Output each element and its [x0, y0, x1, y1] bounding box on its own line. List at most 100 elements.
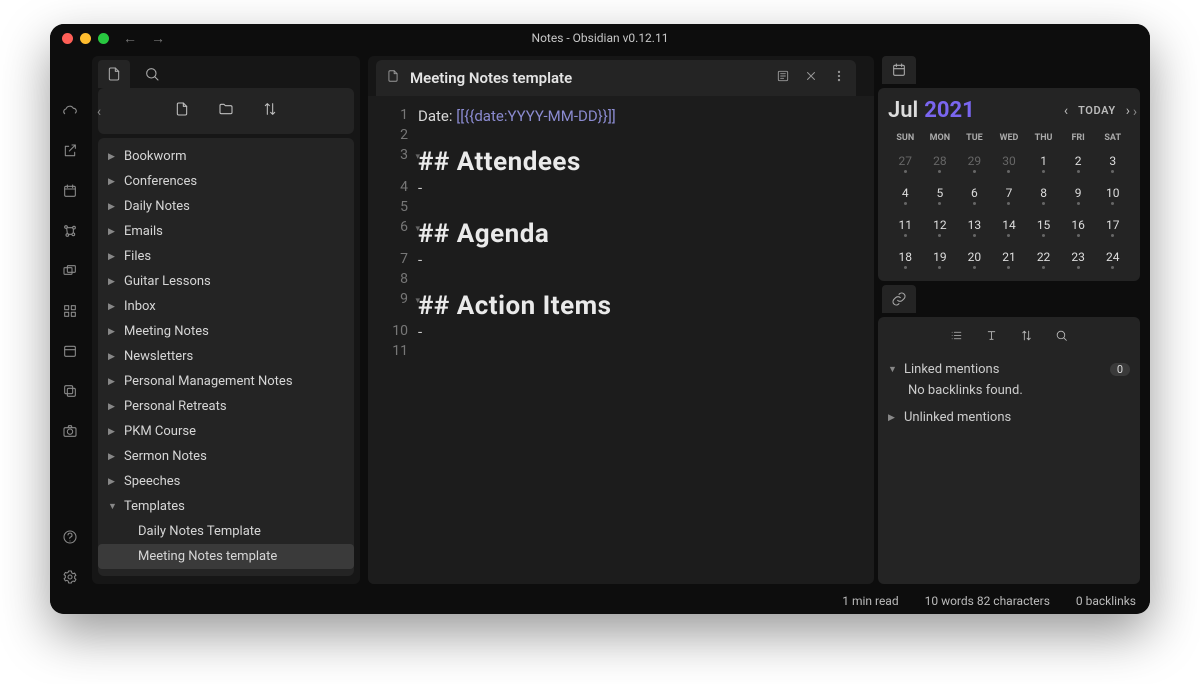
calendar-day[interactable]: 22 [1026, 243, 1061, 275]
calendar-day[interactable]: 7 [992, 179, 1027, 211]
line-content[interactable]: - [418, 323, 422, 341]
more-icon[interactable] [832, 69, 846, 87]
calendar-day[interactable]: 27 [888, 147, 923, 179]
folder-item[interactable]: ▶Newsletters [98, 344, 354, 369]
new-folder-icon[interactable] [218, 101, 234, 121]
minimize-window-button[interactable] [80, 33, 91, 44]
fold-icon[interactable]: ▾ [415, 224, 420, 234]
calendar-prev-icon[interactable]: ‹ [1064, 103, 1068, 119]
line-content[interactable] [418, 127, 422, 145]
calendar-day[interactable]: 15 [1026, 211, 1061, 243]
calendar-day[interactable]: 9 [1061, 179, 1096, 211]
folder-item[interactable]: ▶Inbox [98, 294, 354, 319]
calendar-day[interactable]: 10 [1095, 179, 1130, 211]
cards-icon[interactable] [59, 260, 81, 282]
calendar-day[interactable]: 29 [957, 147, 992, 179]
folder-item[interactable]: ▶Emails [98, 219, 354, 244]
bl-text-icon[interactable] [985, 329, 998, 346]
calendar-day[interactable]: 5 [923, 179, 958, 211]
files-tab[interactable] [98, 60, 130, 88]
collapse-left-icon[interactable]: ‹ [90, 104, 108, 120]
preview-icon[interactable] [776, 69, 790, 87]
calendar-day[interactable]: 17 [1095, 211, 1130, 243]
calendar-day[interactable]: 13 [957, 211, 992, 243]
folder-item[interactable]: ▶Personal Retreats [98, 394, 354, 419]
nav-forward-button[interactable]: → [151, 30, 165, 47]
folder-item[interactable]: ▶Meeting Notes [98, 319, 354, 344]
line-content[interactable]: Date: [[{{date:YYYY-MM-DD}}]] [418, 107, 616, 125]
calendar-day[interactable]: 30 [992, 147, 1027, 179]
calendar-day[interactable]: 20 [957, 243, 992, 275]
line-content[interactable]: ## Action Items [418, 291, 612, 321]
window-title: Notes - Obsidian v0.12.11 [50, 31, 1150, 45]
folder-item[interactable]: ▶Conferences [98, 169, 354, 194]
settings-icon[interactable] [59, 566, 81, 588]
copy-icon[interactable] [59, 380, 81, 402]
open-vault-icon[interactable] [59, 140, 81, 162]
unlinked-mentions-toggle[interactable]: ▶ Unlinked mentions [888, 410, 1130, 425]
calendar-icon[interactable] [59, 340, 81, 362]
calendar-day[interactable]: 14 [992, 211, 1027, 243]
bl-search-icon[interactable] [1055, 329, 1068, 346]
file-item[interactable]: Meeting Notes template [98, 544, 354, 569]
calendar-day[interactable]: 1 [1026, 147, 1061, 179]
collapse-right-icon[interactable]: › [1126, 104, 1144, 120]
daily-note-icon[interactable] [59, 180, 81, 202]
help-icon[interactable] [59, 526, 81, 548]
calendar-day[interactable]: 28 [923, 147, 958, 179]
fold-icon[interactable]: ▾ [415, 152, 420, 162]
line-content[interactable]: ## Agenda [418, 219, 549, 249]
folder-item[interactable]: ▶Sermon Notes [98, 444, 354, 469]
grid-icon[interactable] [59, 300, 81, 322]
maximize-window-button[interactable] [98, 33, 109, 44]
folder-item[interactable]: ▶Daily Notes [98, 194, 354, 219]
folder-item[interactable]: ▼Templates [98, 494, 354, 519]
camera-icon[interactable] [59, 420, 81, 442]
bl-list-icon[interactable] [950, 329, 963, 346]
calendar-day[interactable]: 23 [1061, 243, 1096, 275]
graph-icon[interactable] [59, 220, 81, 242]
line-content[interactable]: - [418, 179, 422, 197]
editor-body[interactable]: 1Date: [[{{date:YYYY-MM-DD}}]]2 3▾## Att… [368, 96, 874, 584]
calendar-day[interactable]: 6 [957, 179, 992, 211]
search-tab[interactable] [136, 60, 168, 88]
new-note-icon[interactable] [174, 101, 190, 121]
file-list[interactable]: ▶Bookworm▶Conferences▶Daily Notes▶Emails… [98, 138, 354, 576]
calendar-day[interactable]: 3 [1095, 147, 1130, 179]
calendar-day[interactable]: 4 [888, 179, 923, 211]
folder-item[interactable]: ▶Personal Management Notes [98, 369, 354, 394]
fold-icon[interactable]: ▾ [415, 296, 420, 306]
calendar-day[interactable]: 8 [1026, 179, 1061, 211]
calendar-day[interactable]: 21 [992, 243, 1027, 275]
calendar-day[interactable]: 16 [1061, 211, 1096, 243]
folder-item[interactable]: ▶Files [98, 244, 354, 269]
cloud-icon[interactable] [59, 100, 81, 122]
calendar-today-button[interactable]: TODAY [1078, 104, 1116, 117]
line-content[interactable]: - [418, 251, 422, 269]
editor-tab[interactable]: Meeting Notes template [376, 60, 856, 96]
folder-item[interactable]: ▶Guitar Lessons [98, 269, 354, 294]
calendar-day[interactable]: 11 [888, 211, 923, 243]
calendar-day[interactable]: 12 [923, 211, 958, 243]
folder-item[interactable]: ▶Bookworm [98, 144, 354, 169]
folder-item[interactable]: ▶PKM Course [98, 419, 354, 444]
bl-sort-icon[interactable] [1020, 329, 1033, 346]
line-content[interactable] [418, 271, 422, 289]
line-content[interactable]: ## Attendees [418, 147, 581, 177]
folder-item[interactable]: ▶Speeches [98, 469, 354, 494]
calendar-day[interactable]: 2 [1061, 147, 1096, 179]
chevron-right-icon: ▶ [108, 277, 118, 287]
line-content[interactable] [418, 343, 422, 361]
close-tab-icon[interactable] [804, 69, 818, 87]
line-content[interactable] [418, 199, 422, 217]
nav-back-button[interactable]: ← [123, 30, 137, 47]
calendar-tab[interactable] [882, 56, 916, 84]
backlinks-tab[interactable] [882, 285, 916, 313]
sort-icon[interactable] [262, 101, 278, 121]
calendar-day[interactable]: 24 [1095, 243, 1130, 275]
close-window-button[interactable] [62, 33, 73, 44]
calendar-day[interactable]: 18 [888, 243, 923, 275]
linked-mentions-toggle[interactable]: ▼ Linked mentions 0 [888, 362, 1130, 377]
calendar-day[interactable]: 19 [923, 243, 958, 275]
file-item[interactable]: Daily Notes Template [98, 519, 354, 544]
